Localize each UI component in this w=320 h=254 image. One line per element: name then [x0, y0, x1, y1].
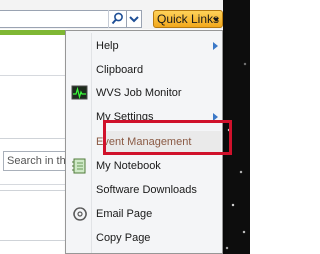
email-icon [73, 207, 87, 221]
menu-item-software-downloads[interactable]: Software Downloads [66, 179, 222, 201]
chevron-down-icon [129, 16, 139, 23]
panel-search-input[interactable]: Search in th [3, 151, 73, 171]
menu-item-email-page[interactable]: Email Page [66, 203, 222, 225]
quick-links-label: Quick Links [157, 12, 220, 26]
divider [0, 190, 68, 191]
menu-item-label: Clipboard [96, 64, 144, 76]
heartbeat-monitor-icon [71, 85, 88, 100]
search-button[interactable] [108, 10, 125, 28]
menu-item-wvs-job-monitor[interactable]: WVS Job Monitor [66, 82, 222, 104]
menu-item-label: Help [96, 40, 119, 52]
submenu-arrow-icon [213, 42, 218, 50]
menu-item-label: Copy Page [96, 232, 151, 244]
menu-item-label: WVS Job Monitor [96, 87, 182, 99]
menu-item-label: Software Downloads [96, 184, 197, 196]
search-options-button[interactable] [127, 10, 142, 28]
screen: Quick Links Search in th Help Clipboard … [0, 0, 250, 254]
caret-down-icon [213, 18, 219, 22]
menu-item-copy-page[interactable]: Copy Page [66, 227, 222, 249]
menu-item-label: My Notebook [96, 160, 161, 172]
quick-links-button[interactable]: Quick Links [153, 10, 223, 28]
menu-item-label: Email Page [96, 208, 153, 220]
notebook-icon [72, 158, 86, 174]
menu-item-clipboard[interactable]: Clipboard [66, 59, 222, 81]
divider [0, 240, 68, 241]
menu-item-help[interactable]: Help [66, 35, 222, 57]
divider [0, 138, 68, 139]
highlight-annotation [103, 120, 232, 155]
search-icon [111, 12, 123, 25]
panel-search-placeholder: Search in th [7, 155, 66, 167]
menu-item-my-notebook[interactable]: My Notebook [66, 155, 222, 177]
